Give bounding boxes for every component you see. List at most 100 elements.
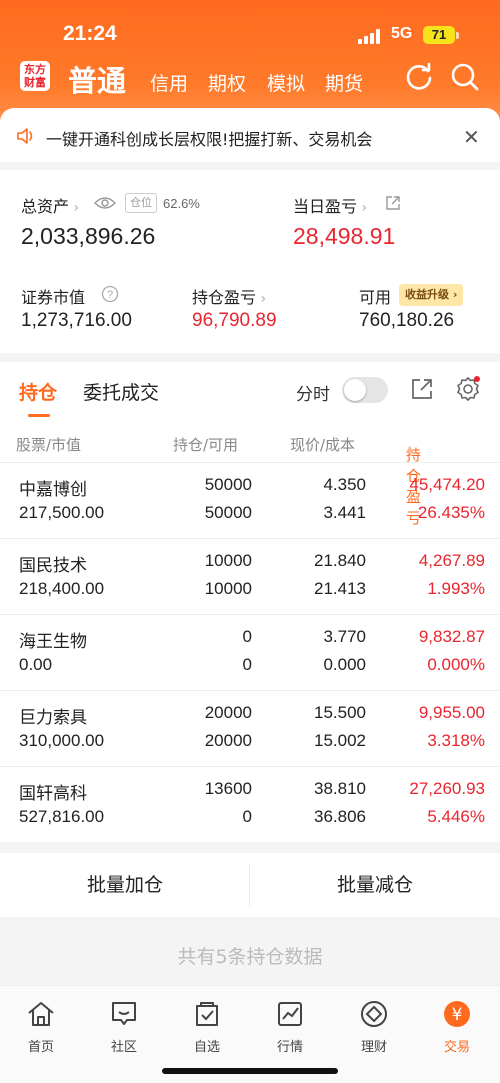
available-qty: 20000 [204, 731, 252, 750]
table-row[interactable]: 国民技术 218,400.00 10000 10000 21.840 21.41… [0, 538, 500, 614]
stock-name: 国民技术 [19, 556, 87, 576]
tab-simulation[interactable]: 模拟 [267, 69, 305, 96]
position-tag: 仓位 [125, 193, 157, 213]
toggle-knob [344, 379, 366, 401]
holding-pnl-label[interactable]: 持仓盈亏 › [192, 284, 266, 308]
pnl-percent: 26.435% [417, 503, 485, 522]
sort-icon: ▲ [406, 444, 414, 455]
stock-name: 巨力索具 [19, 708, 87, 728]
search-icon[interactable] [450, 62, 480, 92]
help-icon[interactable]: ? [101, 285, 119, 303]
market-value: 0.00 [19, 655, 53, 674]
holding-qty: 13600 [204, 779, 252, 798]
battery-tip [456, 32, 459, 39]
pnl-percent: 3.318% [427, 731, 485, 750]
nav-community[interactable]: 社区 [94, 998, 154, 1055]
signal-icon [358, 28, 384, 44]
diamond-icon [361, 1001, 387, 1027]
nav-label: 行情 [276, 1040, 303, 1055]
nav-label: 理财 [360, 1040, 387, 1055]
chevron-right-icon: › [357, 200, 368, 216]
holding-qty: 20000 [204, 703, 252, 722]
table-header: 股票/市值 持仓/可用 现价/成本 持仓盈亏 ▲ [0, 424, 500, 527]
holding-pnl: 4,267.89 [418, 551, 485, 570]
table-row[interactable]: 海王生物 0.00 0 0 3.770 0.000 9,832.87 0.000… [0, 614, 500, 690]
cost-price: 0.000 [323, 655, 366, 674]
stock-name: 海王生物 [19, 632, 87, 652]
intraday-toggle[interactable] [342, 377, 388, 403]
app-header: 21:24 5G 71 东方 财富 普通 信用 期权 模拟 期货 [0, 0, 500, 120]
nav-home[interactable]: 首页 [11, 998, 71, 1055]
refresh-icon[interactable] [404, 62, 434, 92]
tab-futures[interactable]: 期货 [325, 69, 363, 96]
pnl-percent: 0.000% [427, 655, 485, 674]
current-price: 4.350 [323, 475, 366, 494]
tab-normal[interactable]: 普通 [68, 58, 126, 100]
svg-text:¥: ¥ [452, 1005, 463, 1025]
holding-pnl-value: 96,790.89 [192, 310, 277, 331]
cost-price: 15.002 [314, 731, 366, 750]
upgrade-badge[interactable]: 收益升级 › [399, 284, 464, 306]
holdings-count: 共有5条持仓数据 [177, 946, 323, 968]
nav-wealth[interactable]: 理财 [344, 998, 404, 1055]
total-assets-label[interactable]: 总资产 › [21, 193, 79, 217]
status-time: 21:24 [63, 22, 117, 45]
table-row[interactable]: 国轩高科 527,816.00 13600 0 38.810 36.806 27… [0, 766, 500, 842]
market-value: 217,500.00 [19, 503, 105, 522]
current-price: 15.500 [314, 703, 366, 722]
settings-icon[interactable] [455, 376, 481, 402]
tab-credit[interactable]: 信用 [150, 69, 188, 96]
col-stock[interactable]: 股票/市值 [16, 434, 81, 455]
holding-qty: 10000 [204, 551, 252, 570]
promo-banner[interactable]: 一键开通科创成长层权限!把握打新、交易机会 ✕ [0, 108, 500, 162]
batch-add-button[interactable]: 批量加仓 [0, 853, 250, 917]
market-value: 310,000.00 [19, 731, 105, 750]
available-qty: 10000 [204, 579, 252, 598]
nav-watchlist[interactable]: 自选 [177, 998, 237, 1055]
pnl-percent: 1.993% [427, 579, 485, 598]
speaker-icon [17, 128, 33, 144]
home-icon [28, 1002, 54, 1026]
batch-reduce-button[interactable]: 批量减仓 [250, 853, 500, 917]
available-qty: 0 [242, 807, 252, 826]
total-assets-value: 2,033,896.26 [21, 223, 156, 249]
tab-options[interactable]: 期权 [208, 69, 246, 96]
table-row[interactable]: 中嘉博创 217,500.00 50000 50000 4.350 3.441 … [0, 462, 500, 538]
holding-qty: 0 [242, 627, 252, 646]
banner-text: 一键开通科创成长层权限!把握打新、交易机会 [46, 130, 373, 149]
table-row[interactable]: 巨力索具 310,000.00 20000 20000 15.500 15.00… [0, 690, 500, 766]
nav-trade[interactable]: ¥ 交易 [427, 998, 487, 1055]
market-value: 218,400.00 [19, 579, 105, 598]
holding-qty: 50000 [204, 475, 252, 494]
bag-check-icon [196, 1002, 218, 1026]
share-icon[interactable] [410, 377, 434, 401]
holdings-panel: 持仓 委托成交 分时 股票/市值 持仓/可用 现价/成本 持仓盈亏 ▲ 中嘉博创… [0, 362, 500, 842]
total-assets-text: 总资产 [21, 197, 70, 216]
col-price[interactable]: 现价/成本 [290, 434, 355, 455]
holding-pnl: 9,832.87 [418, 627, 485, 646]
daily-pnl-label[interactable]: 当日盈亏 › [293, 193, 367, 217]
holding-pnl: 9,955.00 [418, 703, 485, 722]
pnl-percent: 5.446% [427, 807, 485, 826]
current-price: 3.770 [323, 627, 366, 646]
col-qty[interactable]: 持仓/可用 [173, 434, 238, 455]
tab-orders[interactable]: 委托成交 [83, 378, 159, 405]
nav-market[interactable]: 行情 [260, 998, 320, 1055]
upgrade-badge-text: 收益升级 [405, 288, 449, 301]
nav-label: 自选 [193, 1040, 220, 1055]
tab-holdings[interactable]: 持仓 [19, 378, 57, 417]
battery-icon: 71 [423, 26, 455, 44]
daily-pnl-value: 28,498.91 [293, 223, 396, 249]
current-price: 21.840 [314, 551, 366, 570]
eye-icon[interactable] [94, 195, 116, 211]
stock-name: 中嘉博创 [19, 480, 87, 500]
available-label: 可用 [359, 288, 392, 307]
external-link-icon[interactable] [385, 195, 401, 211]
chat-icon [112, 1002, 136, 1025]
holding-pnl: 45,474.20 [409, 475, 485, 494]
batch-actions: 批量加仓 批量减仓 [0, 853, 500, 917]
chevron-right-icon: › [256, 291, 267, 307]
nav-label: 社区 [110, 1040, 137, 1055]
daily-pnl-text: 当日盈亏 [293, 197, 358, 216]
close-icon[interactable]: ✕ [463, 125, 480, 149]
